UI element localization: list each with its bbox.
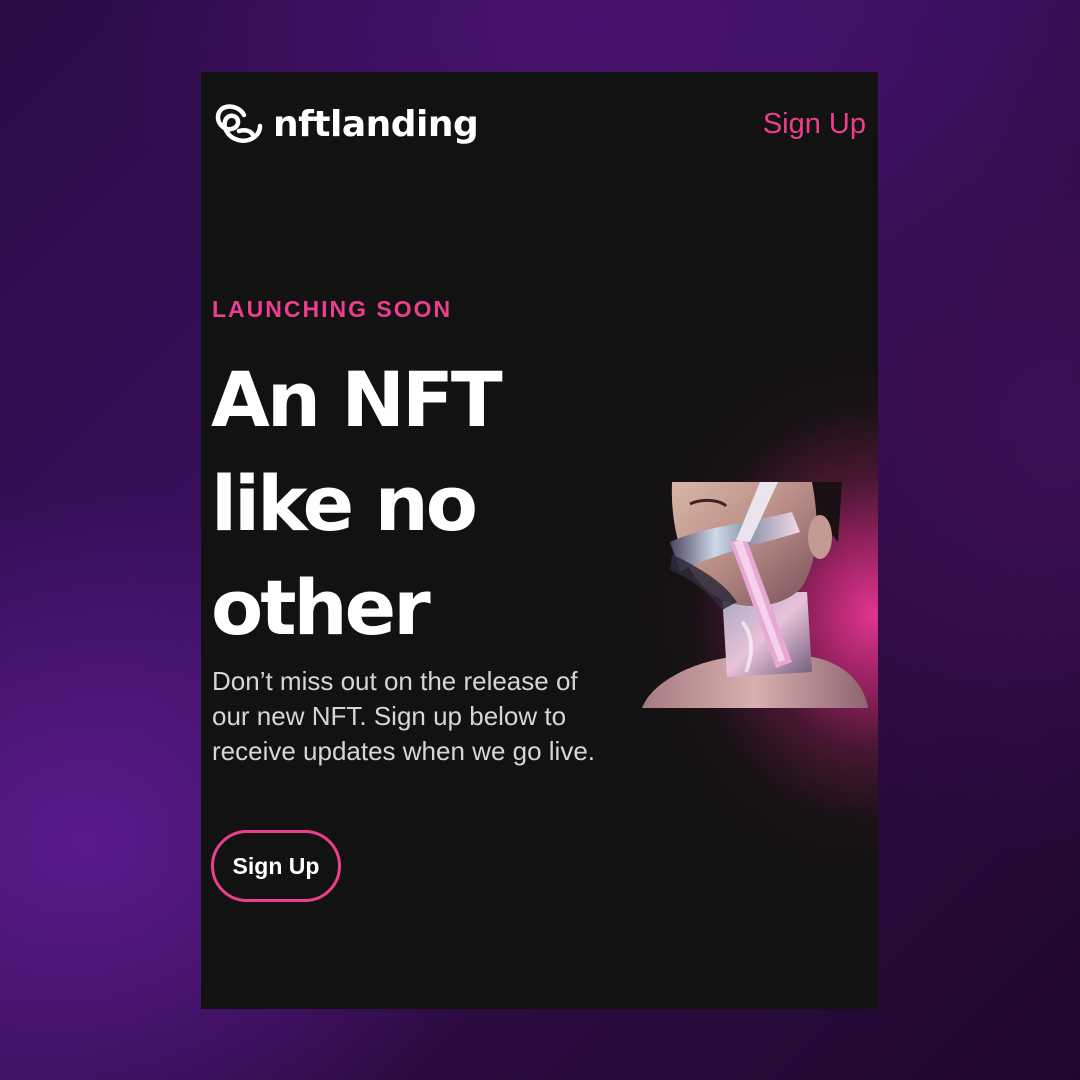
hero-description: Don’t miss out on the release of our new…	[212, 666, 596, 766]
nft-portrait-illustration	[642, 482, 868, 708]
launching-soon-label: LAUNCHING SOON	[212, 296, 453, 322]
nftlanding-logo-icon	[215, 104, 263, 143]
header-signup-link[interactable]: Sign Up	[763, 108, 866, 141]
landing-page-panel: nftlanding Sign Up LAUNCHING SOON An NFT…	[201, 72, 878, 1009]
logo-text: nftlanding	[273, 103, 479, 145]
logo[interactable]: nftlanding	[211, 94, 479, 154]
hero-headline: An NFT like no other	[211, 355, 503, 652]
nft-portrait-image	[642, 482, 868, 708]
site-header: nftlanding Sign Up	[211, 94, 868, 154]
signup-button[interactable]: Sign Up	[211, 830, 341, 902]
